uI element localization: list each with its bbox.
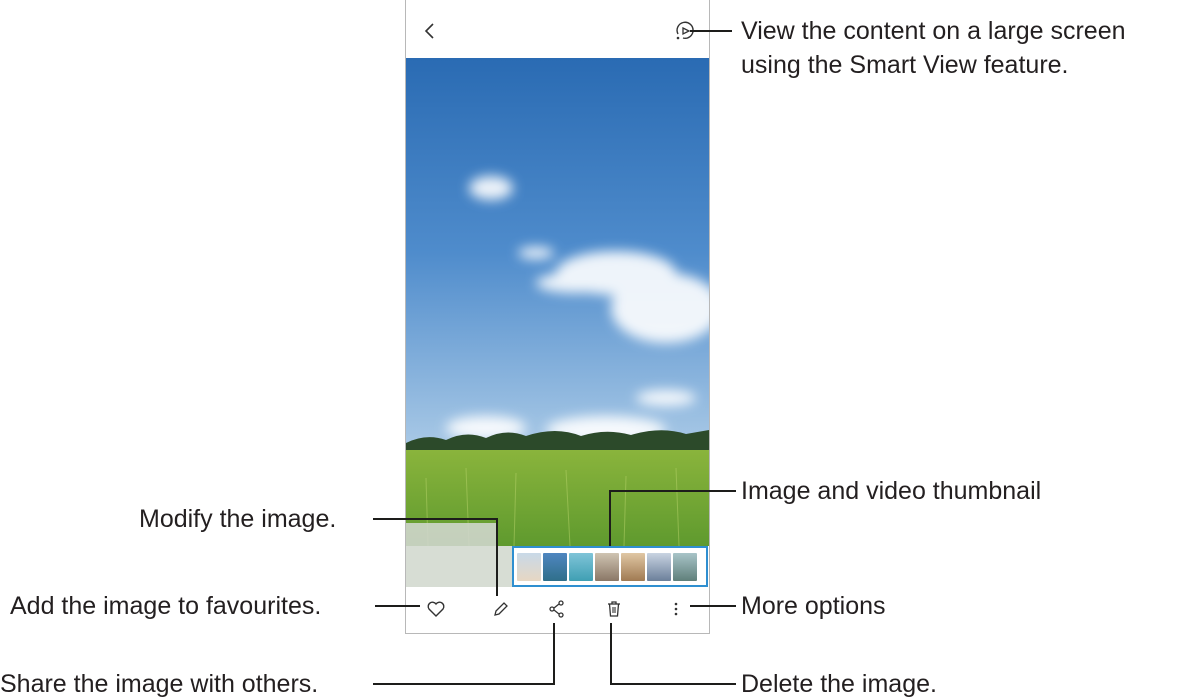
thumbnail[interactable] xyxy=(673,552,697,581)
callout-line-modify-v xyxy=(496,518,498,596)
annotation-delete: Delete the image. xyxy=(741,670,937,698)
share-icon xyxy=(549,600,564,618)
thumbnail[interactable] xyxy=(543,552,567,581)
thumbnail[interactable] xyxy=(517,552,541,581)
annotation-thumbnails: Image and video thumbnail xyxy=(741,477,1042,505)
favourite-button[interactable] xyxy=(424,597,448,621)
edit-button[interactable] xyxy=(489,597,513,621)
delete-button[interactable] xyxy=(602,597,626,621)
callout-line-favourites xyxy=(375,605,420,607)
chevron-left-icon xyxy=(424,23,434,39)
back-button[interactable] xyxy=(420,20,440,42)
trash-icon xyxy=(608,601,620,617)
callout-line-smart-view xyxy=(690,30,732,32)
landscape-photo xyxy=(406,58,709,546)
phone-screen xyxy=(405,0,710,634)
annotation-more-options: More options xyxy=(741,592,886,620)
callout-line-delete-v xyxy=(610,623,612,685)
callout-line-thumbnails-v xyxy=(609,490,611,546)
pencil-icon xyxy=(494,602,508,616)
annotation-smart-view-2: using the Smart View feature. xyxy=(741,51,1069,79)
callout-line-modify-h xyxy=(373,518,498,520)
heart-icon xyxy=(427,601,445,617)
thumbnail[interactable] xyxy=(595,552,619,581)
thumbnail-strip[interactable] xyxy=(512,546,708,587)
annotation-favourites: Add the image to favourites. xyxy=(10,592,322,620)
callout-line-share-v xyxy=(553,623,555,685)
annotation-modify: Modify the image. xyxy=(139,505,337,533)
annotation-share: Share the image with others. xyxy=(0,670,319,698)
top-toolbar xyxy=(406,0,709,58)
callout-line-thumbnails-h xyxy=(609,490,736,492)
callout-line-more-options xyxy=(690,605,736,607)
main-photo[interactable] xyxy=(406,58,709,546)
bottom-action-bar xyxy=(406,587,709,633)
thumbnail[interactable] xyxy=(569,552,593,581)
thumbnail[interactable] xyxy=(621,552,645,581)
more-vertical-icon xyxy=(674,602,678,616)
thumbnail[interactable] xyxy=(647,552,671,581)
more-options-button[interactable] xyxy=(664,597,688,621)
callout-line-share-h xyxy=(373,683,555,685)
annotation-smart-view-1: View the content on a large screen xyxy=(741,17,1126,45)
callout-line-delete-h xyxy=(610,683,736,685)
share-button[interactable] xyxy=(545,597,569,621)
